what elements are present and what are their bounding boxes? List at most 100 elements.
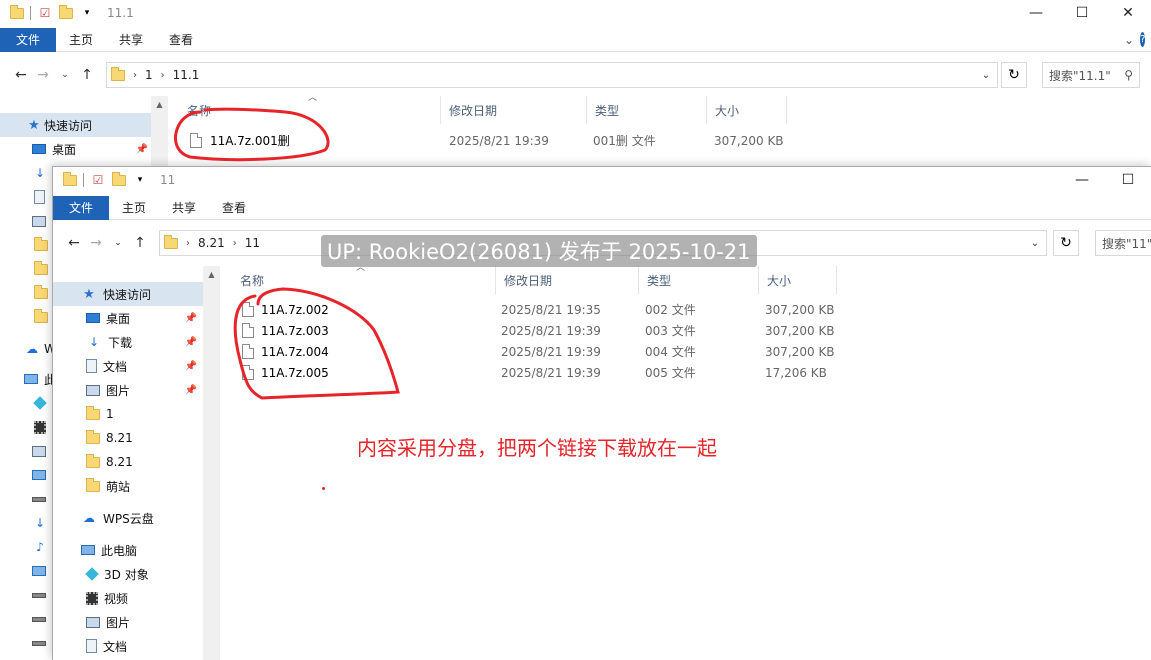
chevron-right-icon[interactable]: › xyxy=(186,238,190,249)
file-size: 307,200 KB xyxy=(765,323,835,338)
file-row[interactable]: 11A.7z.003 2025/8/21 19:39 003 文件 307,200 K… xyxy=(220,320,840,341)
file-type: 002 文件 xyxy=(645,303,696,317)
column-name[interactable]: 名称 ︿ xyxy=(220,263,496,294)
maximize-button[interactable]: ☐ xyxy=(1105,167,1151,193)
file-row[interactable]: 11A.7z.005 2025/8/21 19:39 005 文件 17,206 KB xyxy=(220,362,840,383)
forward-arrow-icon[interactable]: → xyxy=(85,235,107,251)
maximize-button[interactable]: ☐ xyxy=(1059,0,1105,26)
file-name: 11A.7z.004 xyxy=(261,344,329,359)
file-row[interactable]: 11A.7z.004 2025/8/21 19:39 004 文件 307,200 K… xyxy=(220,341,840,362)
pin-icon[interactable]: 📌 xyxy=(185,313,197,324)
nav-item[interactable]: 文档 📌 xyxy=(53,354,203,378)
search-input[interactable]: 搜索"11" xyxy=(1095,230,1151,256)
nav-item[interactable]: 文档 xyxy=(53,634,203,658)
tab-share[interactable]: 共享 xyxy=(106,28,156,52)
back-arrow-icon[interactable]: ← xyxy=(10,67,32,83)
customize-toolbar-icon[interactable]: ▾ xyxy=(132,175,148,185)
nav-item[interactable]: 图片 📌 xyxy=(53,378,203,402)
toolbar-separator xyxy=(83,173,84,187)
help-icon[interactable]: ? xyxy=(1140,32,1146,47)
expand-ribbon-icon[interactable]: ⌄ xyxy=(1124,33,1134,47)
scroll-up-icon[interactable]: ▲ xyxy=(151,96,168,113)
folder-icon xyxy=(34,236,48,251)
tab-home[interactable]: 主页 xyxy=(56,28,106,52)
properties-icon[interactable]: ☑ xyxy=(90,173,106,187)
nav-desktop[interactable]: 桌面 📌 xyxy=(0,137,168,161)
tab-view[interactable]: 查看 xyxy=(156,28,206,52)
cloud-icon: ☁ xyxy=(26,342,38,356)
nav-item[interactable]: 图片 xyxy=(53,610,203,634)
nav-item[interactable]: 视频 xyxy=(53,586,203,610)
pin-icon[interactable]: 📌 xyxy=(185,361,197,372)
nav-item[interactable]: 3D 对象 xyxy=(53,562,203,586)
nav-item[interactable]: 桌面 📌 xyxy=(53,306,203,330)
nav-item[interactable]: 萌站 xyxy=(53,474,203,498)
nav-item[interactable]: 此电脑 xyxy=(53,538,203,562)
refresh-button[interactable]: ↻ xyxy=(1001,62,1027,88)
breadcrumb-item[interactable]: 11.1 xyxy=(173,68,200,82)
column-label: 类型 xyxy=(647,273,672,288)
search-placeholder: 搜索"11" xyxy=(1102,236,1151,251)
folder-icon[interactable] xyxy=(10,4,24,19)
breadcrumb-item[interactable]: 1 xyxy=(145,68,153,82)
column-name[interactable]: 名称 ︿ xyxy=(168,93,441,124)
file-size: 307,200 KB xyxy=(714,133,784,148)
chevron-down-icon[interactable]: ⌄ xyxy=(975,63,997,87)
tab-file[interactable]: 文件 xyxy=(0,27,56,52)
address-bar[interactable]: › 1 › 11.1 ⌄ xyxy=(106,62,998,88)
tab-view[interactable]: 查看 xyxy=(209,196,259,220)
column-date[interactable]: 修改日期 xyxy=(441,96,587,124)
up-arrow-icon[interactable]: ↑ xyxy=(129,235,151,251)
minimize-button[interactable]: — xyxy=(1013,0,1059,26)
nav-label: 此电脑 xyxy=(101,543,138,558)
pin-icon[interactable]: 📌 xyxy=(136,144,148,155)
properties-icon[interactable]: ☑ xyxy=(37,6,53,20)
forward-arrow-icon[interactable]: → xyxy=(32,67,54,83)
minimize-button[interactable]: — xyxy=(1059,167,1105,193)
file-row[interactable]: 11A.7z.001删 2025/8/21 19:39 001删 文件 307,… xyxy=(168,130,868,151)
recent-locations-icon[interactable]: ⌄ xyxy=(107,238,129,248)
chevron-down-icon[interactable]: ⌄ xyxy=(1024,231,1046,255)
nav-item[interactable]: ★ 快速访问 xyxy=(53,282,203,306)
up-arrow-icon[interactable]: ↑ xyxy=(76,67,98,83)
customize-toolbar-icon[interactable]: ▾ xyxy=(79,8,95,18)
column-type[interactable]: 类型 xyxy=(587,96,707,124)
tab-share[interactable]: 共享 xyxy=(159,196,209,220)
chevron-right-icon[interactable]: › xyxy=(233,238,237,249)
close-button[interactable]: ✕ xyxy=(1105,0,1151,26)
column-type[interactable]: 类型 xyxy=(639,266,759,294)
nav-item[interactable]: 1 xyxy=(53,402,203,426)
file-row[interactable]: 11A.7z.002 2025/8/21 19:35 002 文件 307,200 K… xyxy=(220,299,840,320)
window-title: 11 xyxy=(160,173,176,187)
back-arrow-icon[interactable]: ← xyxy=(63,235,85,251)
chevron-right-icon[interactable]: › xyxy=(133,70,137,81)
nav-scrollbar[interactable]: ▲ xyxy=(203,266,220,660)
pin-icon[interactable]: 📌 xyxy=(185,337,197,348)
nav-quick-access[interactable]: ★ 快速访问 xyxy=(0,113,168,137)
folder-icon[interactable] xyxy=(63,171,77,186)
nav-label: 文档 xyxy=(103,359,128,374)
nav-item[interactable]: 8.21 xyxy=(53,426,203,450)
nav-item[interactable]: ☁ WPS云盘 xyxy=(53,506,203,530)
new-folder-icon[interactable] xyxy=(112,171,126,186)
new-folder-icon[interactable] xyxy=(59,4,73,19)
nav-item[interactable]: 8.21 xyxy=(53,450,203,474)
refresh-button[interactable]: ↻ xyxy=(1053,230,1079,256)
breadcrumb-item[interactable]: 11 xyxy=(245,236,260,250)
tab-home[interactable]: 主页 xyxy=(109,196,159,220)
chevron-right-icon[interactable]: › xyxy=(161,70,165,81)
recent-locations-icon[interactable]: ⌄ xyxy=(54,70,76,80)
pin-icon[interactable]: 📌 xyxy=(185,385,197,396)
pc-icon xyxy=(81,545,95,555)
search-input[interactable]: 搜索"11.1" ⚲ xyxy=(1042,62,1140,88)
tab-file[interactable]: 文件 xyxy=(53,195,109,220)
desktop-icon xyxy=(32,144,46,154)
quick-access-toolbar: ☑ ▾ xyxy=(0,4,95,20)
column-date[interactable]: 修改日期 xyxy=(496,266,639,294)
column-size[interactable]: 大小 xyxy=(707,96,787,124)
search-placeholder: 搜索"11.1" xyxy=(1049,68,1111,83)
column-size[interactable]: 大小 xyxy=(759,266,837,294)
scroll-up-icon[interactable]: ▲ xyxy=(203,266,220,283)
nav-item[interactable]: ↓ 下载 📌 xyxy=(53,330,203,354)
breadcrumb-item[interactable]: 8.21 xyxy=(198,236,225,250)
